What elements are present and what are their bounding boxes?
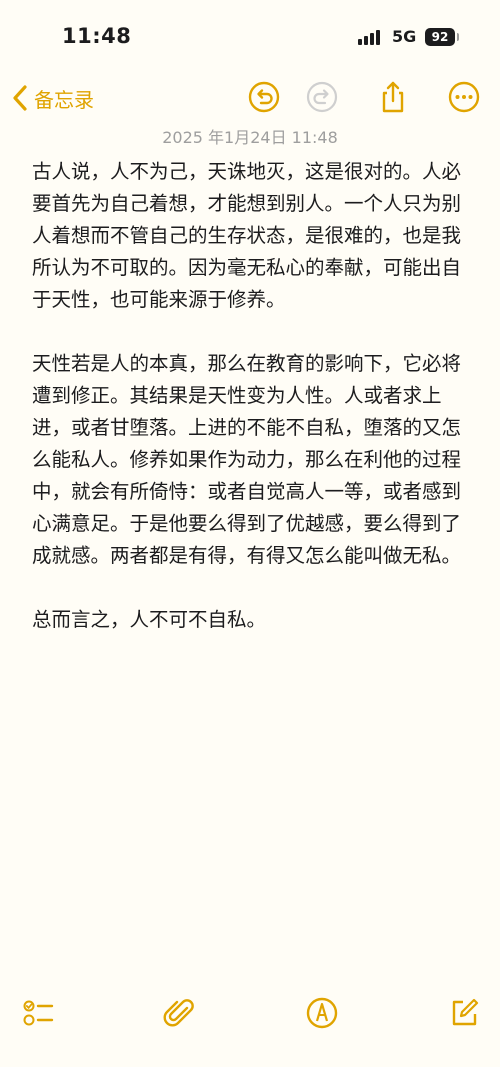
note-body[interactable]: 古人说，人不为己，天诛地灭，这是很对的。人必要首先为自己着想，才能想到别人。一个… (32, 156, 472, 668)
more-icon[interactable] (447, 80, 481, 114)
note-paragraph[interactable]: 天性若是人的本真，那么在教育的影响下，它必将遭到修正。其结果是天性变为人性。人或… (32, 348, 472, 572)
chevron-left-icon (13, 85, 27, 111)
undo-icon[interactable] (247, 80, 281, 114)
note-paragraph[interactable]: 古人说，人不为己，天诛地灭，这是很对的。人必要首先为自己着想，才能想到别人。一个… (32, 156, 472, 316)
status-time: 11:48 (62, 24, 132, 48)
battery-icon: 92 (425, 28, 455, 46)
attachment-icon[interactable] (163, 996, 197, 1030)
battery-level: 92 (431, 30, 449, 44)
note-date: 2025 年1月24日 11:48 (162, 128, 338, 147)
bottom-toolbar (0, 990, 500, 1040)
note-paragraph[interactable]: 总而言之，人不可不自私。 (32, 604, 472, 636)
markup-pen-icon[interactable] (305, 996, 339, 1030)
redo-icon[interactable] (305, 80, 339, 114)
nav-bar: 备忘录 (0, 70, 500, 126)
compose-icon[interactable] (447, 996, 481, 1030)
cellular-signal-icon (358, 29, 384, 45)
share-icon[interactable] (376, 80, 410, 114)
network-type: 5G (392, 27, 417, 46)
status-bar: 11:48 5G 92 (0, 0, 500, 70)
back-button[interactable]: 备忘录 (10, 82, 94, 114)
back-label: 备忘录 (34, 87, 94, 112)
checklist-icon[interactable] (22, 996, 56, 1030)
battery-cap (457, 33, 459, 41)
